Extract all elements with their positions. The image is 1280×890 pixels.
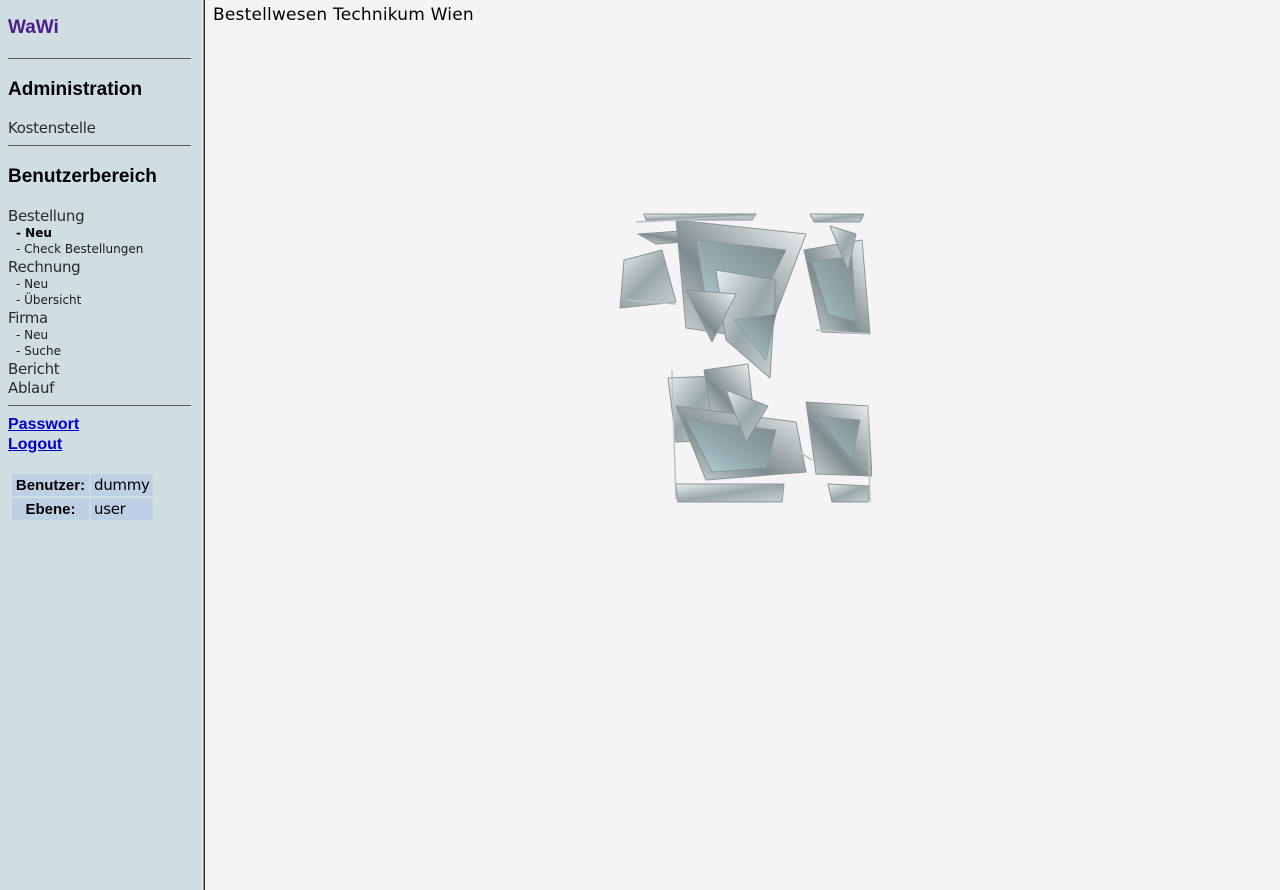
- app-logo[interactable]: WaWi: [8, 17, 59, 39]
- sidebar-subitem-firma-suche[interactable]: - Suche: [16, 344, 61, 358]
- sidebar-subitem-rechnung-neu[interactable]: - Neu: [16, 277, 48, 291]
- user-value: dummy: [91, 474, 153, 496]
- password-link[interactable]: Passwort: [8, 416, 79, 434]
- user-info-table: Benutzer: dummy Ebene: user: [10, 472, 155, 522]
- level-info-row: Ebene: user: [12, 498, 153, 520]
- admin-heading: Administration: [8, 79, 143, 100]
- sidebar: . WaWi Administration Kostenstelle Benut…: [0, 0, 202, 890]
- main-content: Bestellwesen Technikum Wien: [206, 0, 1280, 890]
- sidebar-subitem-check-bestellungen[interactable]: - Check Bestellungen: [16, 242, 143, 256]
- sidebar-item-firma[interactable]: Firma: [8, 309, 48, 327]
- sidebar-subitem-rechnung-uebersicht[interactable]: - Übersicht: [16, 293, 81, 307]
- sidebar-item-ablauf[interactable]: Ablauf: [8, 379, 54, 397]
- glass-shards-logo-icon: [619, 213, 872, 503]
- divider: [8, 405, 191, 406]
- sidebar-subitem-bestellung-neu[interactable]: - Neu: [16, 226, 52, 240]
- user-area-heading: Benutzerbereich: [8, 166, 157, 187]
- sidebar-item-bericht[interactable]: Bericht: [8, 360, 60, 378]
- sidebar-item-bestellung[interactable]: Bestellung: [8, 207, 85, 225]
- sidebar-subitem-firma-neu[interactable]: - Neu: [16, 328, 48, 342]
- sidebar-item-kostenstelle[interactable]: Kostenstelle: [8, 119, 96, 137]
- level-label: Ebene:: [12, 498, 89, 520]
- divider: [8, 145, 191, 146]
- user-info-row: Benutzer: dummy: [12, 474, 153, 496]
- logout-link[interactable]: Logout: [8, 436, 62, 454]
- sidebar-item-rechnung[interactable]: Rechnung: [8, 258, 81, 276]
- page-title: Bestellwesen Technikum Wien: [213, 5, 474, 25]
- user-label: Benutzer:: [12, 474, 89, 496]
- level-value: user: [91, 498, 153, 520]
- divider: [8, 58, 191, 59]
